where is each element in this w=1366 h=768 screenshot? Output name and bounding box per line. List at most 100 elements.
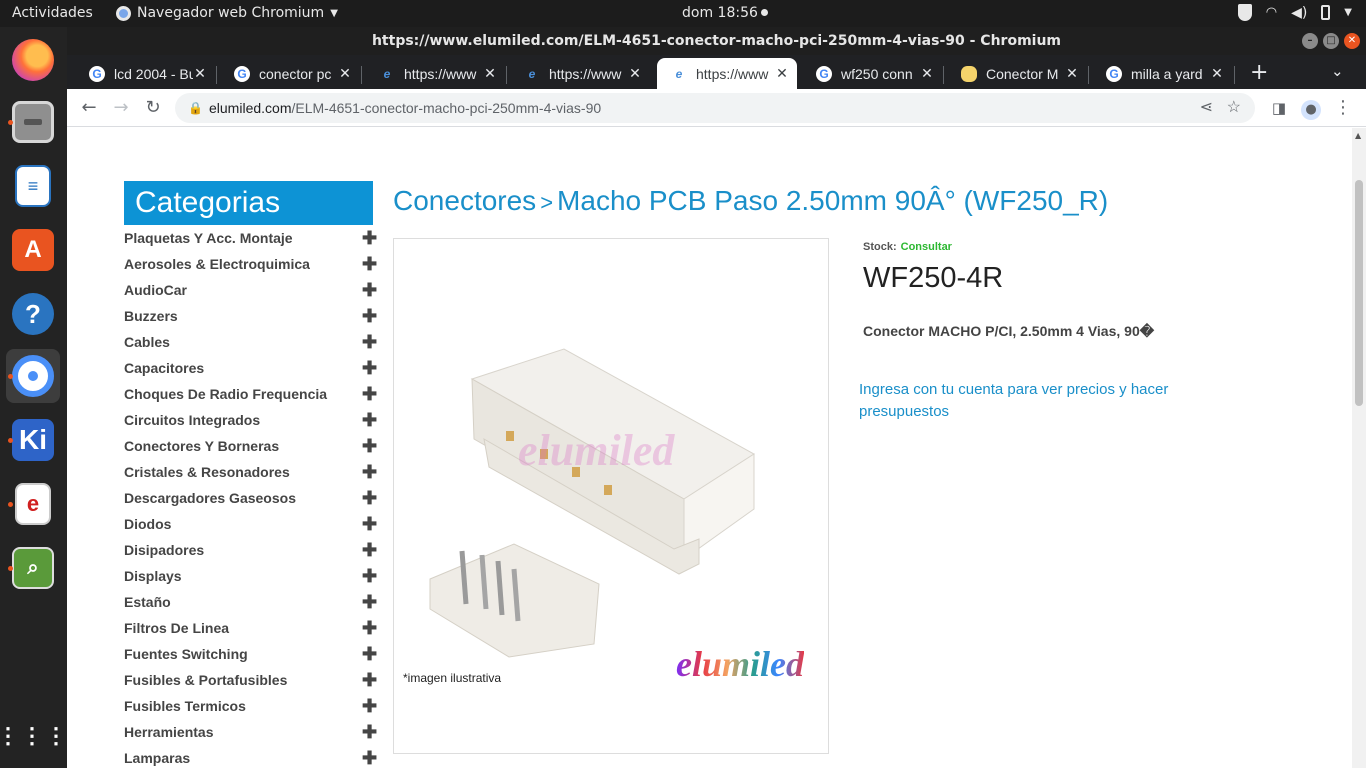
expand-plus-icon[interactable]: ✚ [362, 514, 377, 535]
expand-plus-icon[interactable]: ✚ [362, 670, 377, 691]
tab-search-icon[interactable]: ⌄ [1331, 62, 1344, 80]
expand-plus-icon[interactable]: ✚ [362, 358, 377, 379]
dock-show-apps[interactable]: ⋮⋮⋮ [0, 709, 67, 763]
category-label[interactable]: Displays [124, 568, 182, 584]
category-label[interactable]: Herramientas [124, 724, 214, 740]
system-tray[interactable]: ◠ ◀) ▼ [1237, 4, 1352, 21]
tab[interactable]: G milla a yard ✕ [1092, 58, 1232, 89]
category-label[interactable]: Capacitores [124, 360, 204, 376]
category-label[interactable]: Cristales & Resonadores [124, 464, 290, 480]
minimize-button[interactable]: – [1302, 33, 1318, 49]
lock-icon[interactable]: 🔒 [188, 93, 203, 123]
category-item[interactable]: Herramientas ✚ [124, 719, 377, 745]
scroll-up-icon[interactable]: ▲ [1355, 131, 1361, 140]
bookmark-star-icon[interactable]: ☆ [1227, 93, 1241, 123]
category-label[interactable]: AudioCar [124, 282, 187, 298]
category-item[interactable]: Descargadores Gaseosos ✚ [124, 485, 377, 511]
dock-firefox[interactable] [6, 33, 60, 87]
expand-plus-icon[interactable]: ✚ [362, 436, 377, 457]
expand-plus-icon[interactable]: ✚ [362, 332, 377, 353]
tab[interactable]: G conector pc ✕ [220, 58, 360, 89]
window-titlebar[interactable]: https://www.elumiled.com/ELM-4651-conect… [67, 27, 1366, 55]
category-item[interactable]: Choques De Radio Frequencia ✚ [124, 381, 377, 407]
category-item[interactable]: Disipadores ✚ [124, 537, 377, 563]
category-label[interactable]: Circuitos Integrados [124, 412, 260, 428]
dock-kicad[interactable]: Ki [6, 413, 60, 467]
close-tab-icon[interactable]: ✕ [775, 65, 789, 82]
category-item[interactable]: Buzzers ✚ [124, 303, 377, 329]
dock-files[interactable] [6, 95, 60, 149]
product-image[interactable]: elumiled elumiled *imagen ilustrativa [393, 238, 829, 754]
dock-chromium[interactable] [6, 349, 60, 403]
expand-plus-icon[interactable]: ✚ [362, 540, 377, 561]
tab[interactable]: G lcd 2004 - Bu ✕ [75, 58, 215, 89]
clock[interactable]: dom 18:56 [682, 5, 768, 21]
expand-plus-icon[interactable]: ✚ [362, 488, 377, 509]
back-button[interactable]: ← [78, 97, 100, 119]
expand-plus-icon[interactable]: ✚ [362, 384, 377, 405]
profile-avatar-icon[interactable]: ● [1300, 97, 1322, 120]
dock-writer[interactable]: ≡ [6, 159, 60, 213]
share-icon[interactable]: ⋖ [1200, 93, 1213, 123]
expand-plus-icon[interactable]: ✚ [362, 228, 377, 249]
close-tab-icon[interactable]: ✕ [1065, 65, 1079, 82]
expand-plus-icon[interactable]: ✚ [362, 644, 377, 665]
expand-plus-icon[interactable]: ✚ [362, 254, 377, 275]
scrollbar-thumb[interactable] [1355, 180, 1363, 406]
forward-button[interactable]: → [110, 97, 132, 119]
category-label[interactable]: Fusibles Termicos [124, 698, 246, 714]
close-tab-icon[interactable]: ✕ [628, 65, 642, 82]
reload-button[interactable]: ↻ [142, 97, 164, 119]
category-label[interactable]: Cables [124, 334, 170, 350]
maximize-button[interactable]: □ [1323, 33, 1339, 49]
category-item[interactable]: Displays ✚ [124, 563, 377, 589]
category-item[interactable]: Fusibles & Portafusibles ✚ [124, 667, 377, 693]
expand-plus-icon[interactable]: ✚ [362, 696, 377, 717]
category-label[interactable]: Plaquetas Y Acc. Montaje [124, 230, 293, 246]
category-item[interactable]: Fuentes Switching ✚ [124, 641, 377, 667]
expand-plus-icon[interactable]: ✚ [362, 306, 377, 327]
expand-plus-icon[interactable]: ✚ [362, 462, 377, 483]
tab[interactable]: Conector M ✕ [947, 58, 1087, 89]
shield-icon[interactable] [1237, 4, 1252, 21]
close-tab-icon[interactable]: ✕ [338, 65, 352, 82]
category-item[interactable]: AudioCar ✚ [124, 277, 377, 303]
category-item[interactable]: Circuitos Integrados ✚ [124, 407, 377, 433]
category-item[interactable]: Estaño ✚ [124, 589, 377, 615]
wifi-icon[interactable]: ◠ [1266, 5, 1277, 20]
category-label[interactable]: Fusibles & Portafusibles [124, 672, 287, 688]
category-label[interactable]: Lamparas [124, 750, 190, 766]
battery-icon[interactable] [1321, 5, 1331, 20]
new-tab-button[interactable]: + [1250, 60, 1268, 85]
volume-icon[interactable]: ◀) [1291, 5, 1307, 21]
category-label[interactable]: Aerosoles & Electroquimica [124, 256, 310, 272]
app-menu[interactable]: Navegador web Chromium ▼ [116, 5, 338, 21]
category-item[interactable]: Filtros De Linea ✚ [124, 615, 377, 641]
category-item[interactable]: Conectores Y Borneras ✚ [124, 433, 377, 459]
expand-plus-icon[interactable]: ✚ [362, 592, 377, 613]
category-label[interactable]: Diodos [124, 516, 171, 532]
page-scrollbar[interactable]: ▲ [1352, 128, 1366, 768]
tab-active[interactable]: e https://www ✕ [657, 58, 797, 89]
category-item[interactable]: Lamparas ✚ [124, 745, 377, 768]
category-item[interactable]: Plaquetas Y Acc. Montaje ✚ [124, 225, 377, 251]
address-bar[interactable]: 🔒 elumiled.com/ELM-4651-conector-macho-p… [175, 93, 1255, 123]
category-item[interactable]: Aerosoles & Electroquimica ✚ [124, 251, 377, 277]
category-label[interactable]: Disipadores [124, 542, 204, 558]
close-tab-icon[interactable]: ✕ [483, 65, 497, 82]
menu-kebab-icon[interactable]: ⋮ [1332, 97, 1354, 119]
tab[interactable]: e https://www ✕ [365, 58, 505, 89]
tab[interactable]: e https://www ✕ [510, 58, 650, 89]
category-label[interactable]: Fuentes Switching [124, 646, 248, 662]
category-item[interactable]: Cables ✚ [124, 329, 377, 355]
expand-plus-icon[interactable]: ✚ [362, 410, 377, 431]
tab[interactable]: G wf250 conn ✕ [802, 58, 942, 89]
side-panel-icon[interactable]: ◨ [1268, 97, 1290, 119]
close-tab-icon[interactable]: ✕ [1210, 65, 1224, 82]
login-prompt-link[interactable]: Ingresa con tu cuenta para ver precios y… [859, 379, 1189, 423]
category-label[interactable]: Choques De Radio Frequencia [124, 386, 327, 402]
category-label[interactable]: Buzzers [124, 308, 178, 324]
expand-plus-icon[interactable]: ✚ [362, 566, 377, 587]
category-label[interactable]: Descargadores Gaseosos [124, 490, 296, 506]
dock-help[interactable]: ? [6, 287, 60, 341]
